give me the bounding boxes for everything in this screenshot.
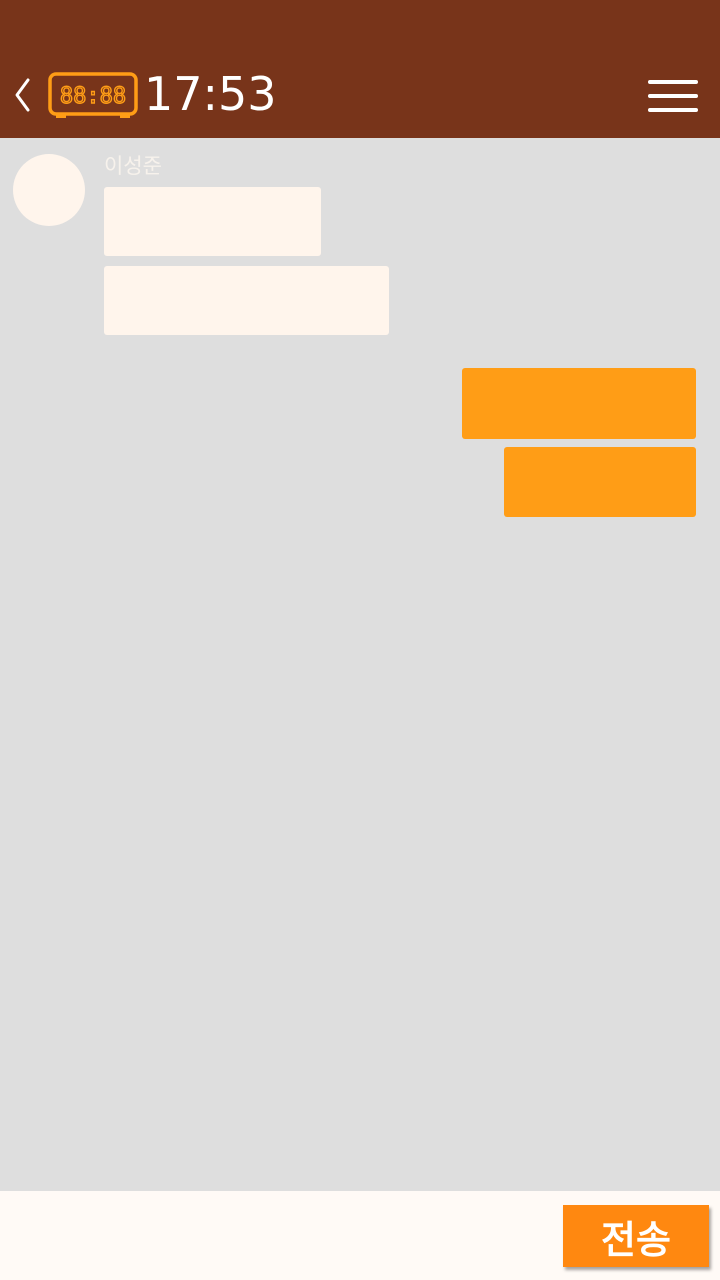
avatar[interactable]	[13, 154, 85, 226]
received-message-bubble[interactable]	[104, 187, 321, 256]
header-bar: 88:88 17:53	[0, 0, 720, 138]
menu-button[interactable]	[644, 76, 702, 116]
clock-digits: 88:88	[60, 84, 126, 109]
sender-name: 이성준	[104, 154, 162, 178]
digital-clock-icon: 88:88	[48, 72, 138, 118]
message-input[interactable]	[0, 1191, 550, 1280]
back-button[interactable]	[8, 72, 36, 118]
message-input-bar: 전송	[0, 1191, 720, 1280]
chevron-left-icon	[15, 78, 30, 112]
sent-message-bubble[interactable]	[504, 447, 696, 517]
sent-message-bubble[interactable]	[462, 368, 696, 439]
current-time: 17:53	[144, 67, 277, 121]
received-message-bubble[interactable]	[104, 266, 389, 335]
send-button[interactable]: 전송	[563, 1205, 709, 1267]
chat-screen: 88:88 17:53 이성준 전송	[0, 0, 720, 1280]
